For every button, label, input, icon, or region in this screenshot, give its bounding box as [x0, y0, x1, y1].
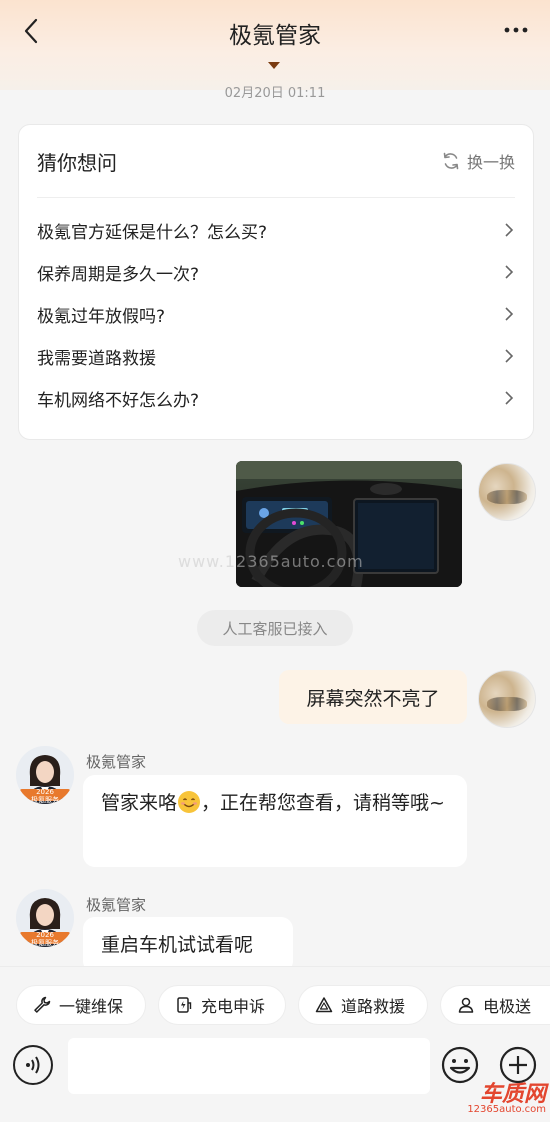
- bot-badge: 2026 极氪服务: [16, 788, 74, 804]
- quick-action-charging-complaint[interactable]: 充电申诉: [158, 985, 286, 1025]
- user-avatar[interactable]: [478, 463, 536, 521]
- quick-action-road-rescue[interactable]: 道路救援: [298, 985, 428, 1025]
- refresh-button[interactable]: 换一换: [441, 149, 515, 173]
- warning-triangle-icon: [315, 997, 333, 1013]
- system-notice: 人工客服已接入: [197, 610, 353, 646]
- question-text: 车机网络不好怎么办?: [37, 390, 200, 411]
- chevron-right-icon: [505, 265, 514, 279]
- chip-label: 道路救援: [341, 997, 406, 1016]
- more-dots-icon: [504, 27, 528, 33]
- dropdown-caret-icon[interactable]: [268, 62, 280, 69]
- bot-message-text: 管家来咯: [101, 792, 178, 814]
- question-item[interactable]: 极氪过年放假吗?: [37, 294, 515, 334]
- voice-button[interactable]: [13, 1045, 53, 1085]
- suggestions-title: 猜你想问: [37, 151, 117, 175]
- quick-action-electric-delivery[interactable]: 电极送: [440, 985, 550, 1025]
- divider: [37, 197, 515, 198]
- smile-emoji-icon: [178, 791, 201, 813]
- more-button[interactable]: [502, 18, 532, 42]
- charge-icon: [177, 997, 192, 1013]
- bot-name: 极氪管家: [86, 753, 147, 771]
- question-item[interactable]: 保养周期是多久一次?: [37, 252, 515, 292]
- bot-message-text: ，正在帮您查看，请稍等哦~: [201, 792, 445, 814]
- question-item[interactable]: 极氪官方延保是什么？怎么买?: [37, 210, 515, 250]
- question-text: 极氪过年放假吗?: [37, 306, 166, 327]
- user-message-bubble[interactable]: 屏幕突然不亮了: [279, 670, 467, 724]
- bot-badge-label: 极氪服务: [31, 796, 59, 804]
- bot-avatar[interactable]: 2026 极氪服务: [16, 746, 74, 804]
- chip-label: 充电申诉: [201, 997, 266, 1016]
- chip-label: 一键维保: [59, 997, 124, 1016]
- chevron-right-icon: [505, 307, 514, 321]
- chevron-right-icon: [505, 349, 514, 363]
- refresh-icon: [443, 152, 459, 170]
- chevron-right-icon: [505, 391, 514, 405]
- person-icon: [458, 997, 474, 1013]
- header: 极氪管家: [0, 0, 550, 90]
- question-item[interactable]: 我需要道路救援: [37, 336, 515, 376]
- bot-message-bubble[interactable]: 重启车机试试看呢: [83, 917, 293, 973]
- refresh-label: 换一换: [466, 153, 515, 172]
- bot-badge-label: 极氪服务: [31, 939, 59, 947]
- site-logo: 车质网 12365auto.com: [458, 1076, 548, 1118]
- bot-badge: 2026 极氪服务: [16, 931, 74, 947]
- chip-label: 电极送: [483, 997, 532, 1016]
- message-timestamp: 02月20日 01:11: [224, 86, 326, 101]
- chevron-right-icon: [505, 223, 514, 237]
- question-text: 保养周期是多久一次?: [37, 264, 200, 285]
- watermark-text: www.12365auto.com: [178, 552, 364, 571]
- message-input[interactable]: [68, 1038, 430, 1094]
- bot-badge-year: 2026: [36, 931, 54, 939]
- bot-message-text: 重启车机试试看呢: [101, 934, 254, 956]
- quick-action-maintenance[interactable]: 一键维保: [16, 985, 146, 1025]
- bot-badge-year: 2026: [36, 788, 54, 796]
- bot-message-bubble[interactable]: 管家来咯 ，正在帮您查看，请稍等哦~: [83, 775, 467, 867]
- question-text: 极氪官方延保是什么？怎么买?: [37, 222, 268, 243]
- question-item[interactable]: 车机网络不好怎么办?: [37, 378, 515, 418]
- voice-icon: [26, 1056, 40, 1074]
- question-text: 我需要道路救援: [37, 348, 156, 369]
- user-avatar[interactable]: [478, 670, 536, 728]
- logo-url: 12365auto.com: [467, 1104, 546, 1115]
- bot-name: 极氪管家: [86, 896, 147, 914]
- wrench-icon: [34, 996, 51, 1013]
- page-title: 极氪管家: [229, 23, 321, 49]
- suggestions-card: 猜你想问 换一换 极氪官方延保是什么？怎么买? 保养周期是多久一次? 极氪过年放…: [18, 124, 534, 440]
- bot-avatar[interactable]: 2026 极氪服务: [16, 889, 74, 947]
